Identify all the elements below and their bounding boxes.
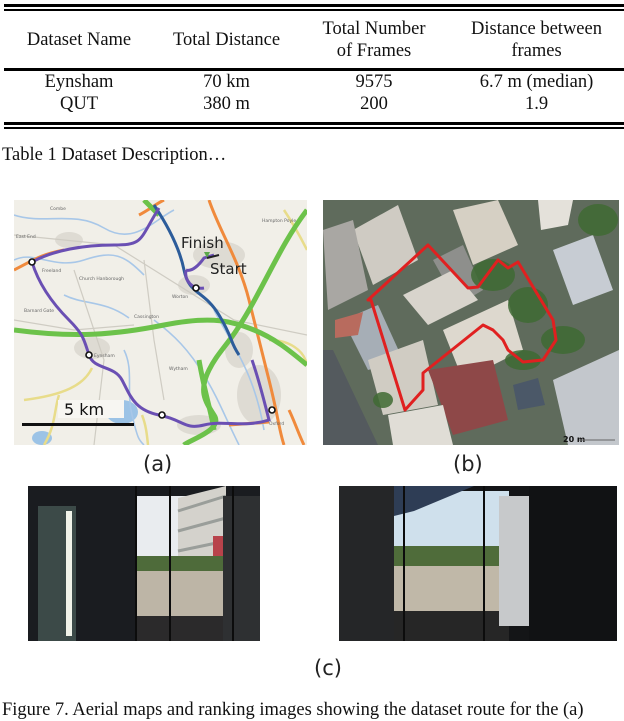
header-total-frames: Total Number of Frames (299, 12, 449, 67)
table-header-row: Dataset Name Total Distance Total Number… (4, 12, 624, 67)
table-top-rule-2 (4, 9, 624, 11)
cell-distance-between: 6.7 m (median) (479, 72, 594, 92)
place-name: East End (16, 234, 36, 240)
place-name: Worton (172, 294, 188, 300)
header-total-distance: Total Distance (154, 12, 299, 67)
place-name: Freeland (42, 268, 61, 274)
table-top-rule-1 (4, 4, 624, 7)
waypoint-marker (85, 351, 93, 359)
table-caption: Table 1 Dataset Description… (2, 145, 227, 165)
scale-bar (22, 423, 134, 426)
header-text-line: Total Number (322, 18, 426, 39)
table-row: QUT 380 m 200 1.9 (4, 93, 624, 115)
table-bottom-rule-2 (4, 127, 624, 129)
waypoint-marker (28, 258, 36, 266)
dataset-table: Dataset Name Total Distance Total Number… (4, 12, 624, 115)
cell-total-frames: 200 (360, 94, 388, 114)
cell-total-distance: 70 km (203, 72, 250, 92)
figure-caption: Figure 7. Aerial maps and ranking images… (2, 700, 584, 720)
waypoint-marker (268, 406, 276, 414)
cell-total-distance: 380 m (203, 94, 250, 114)
place-name: Oxford (269, 421, 284, 427)
start-label: Start (210, 260, 247, 278)
header-text: Dataset Name (26, 29, 132, 50)
map-svg: Finish Start Combe East End Freeland Chu… (14, 200, 307, 445)
waypoint-marker (158, 411, 166, 419)
header-text: Total Distance (172, 29, 281, 50)
label-a: (a) (143, 452, 173, 476)
scale-label: 5 km (64, 400, 104, 419)
query-image-left (28, 486, 260, 641)
header-dataset-name: Dataset Name (4, 12, 154, 67)
place-name: Hampton Poyle (262, 218, 296, 224)
place-name: Church Hanborough (79, 276, 124, 282)
place-name: Combe (50, 206, 66, 212)
label-c: (c) (314, 656, 342, 680)
place-name: Wytham (169, 366, 188, 372)
cell-distance-between: 1.9 (524, 94, 549, 114)
header-text-line: of Frames (336, 40, 412, 61)
waypoint-marker (192, 284, 200, 292)
label-b: (b) (453, 452, 483, 476)
finish-label: Finish (181, 234, 224, 252)
header-distance-between-frames: Distance between frames (449, 12, 624, 67)
photo-right-svg (339, 486, 617, 641)
map-eynsham-route: Finish Start Combe East End Freeland Chu… (14, 200, 307, 445)
header-text-line: frames (511, 40, 562, 61)
aerial-svg: 20 m (323, 200, 619, 445)
place-name: Eynsham (94, 353, 115, 359)
cell-total-frames: 9575 (355, 72, 393, 92)
place-name: Barnard Gate (24, 308, 54, 314)
table-row: Eynsham 70 km 9575 6.7 m (median) (4, 67, 624, 93)
query-image-right (339, 486, 617, 641)
aerial-qut-route: 20 m (323, 200, 619, 445)
header-text-line: Distance between (471, 18, 602, 39)
photo-left-svg (28, 486, 260, 641)
cell-dataset-name: QUT (59, 94, 99, 114)
cell-dataset-name: Eynsham (44, 72, 114, 92)
table-bottom-rule-1 (4, 122, 624, 125)
place-name: Cassington (134, 314, 159, 320)
